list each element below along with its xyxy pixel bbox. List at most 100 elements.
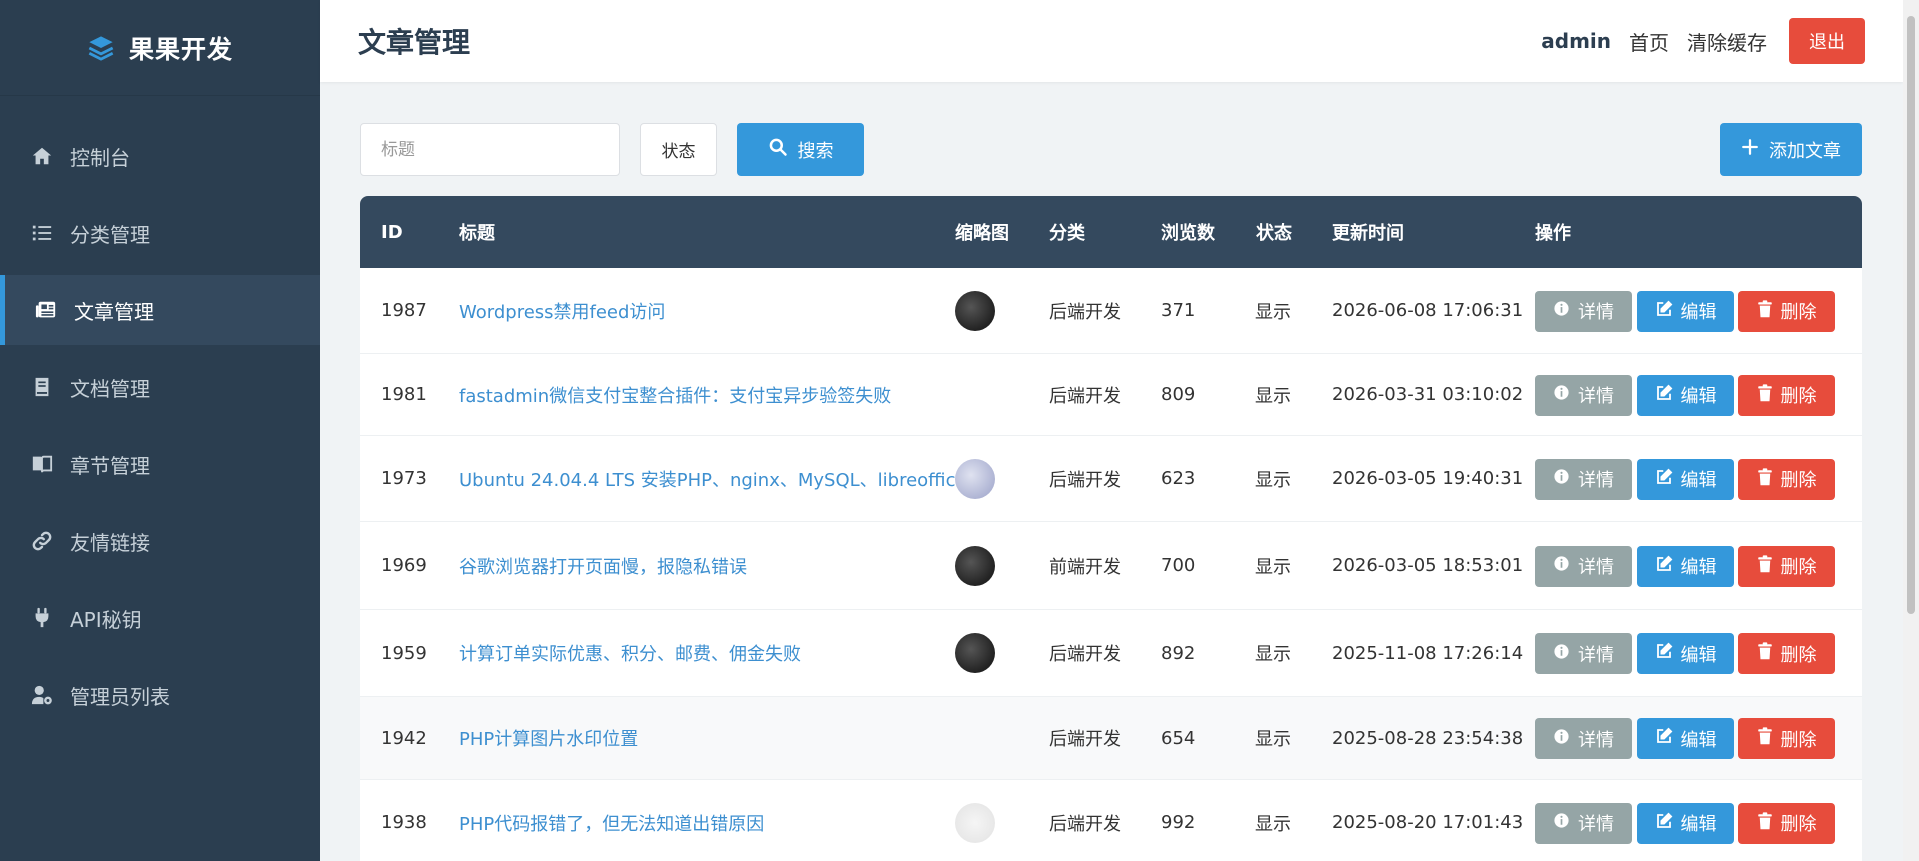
- header-actions: admin 首页 清除缓存 退出: [1541, 18, 1865, 64]
- cell-category: 后端开发: [1049, 469, 1121, 491]
- column-header-id: ID: [381, 221, 403, 243]
- scrollbar-thumb[interactable]: [1907, 16, 1915, 614]
- search-button[interactable]: 搜索: [737, 123, 864, 176]
- home-link[interactable]: 首页: [1629, 27, 1669, 56]
- detail-button-label: 详情: [1578, 386, 1614, 407]
- add-article-button[interactable]: 添加文章: [1720, 123, 1862, 176]
- title-search-input[interactable]: [360, 123, 620, 176]
- edit-icon: [1655, 642, 1673, 665]
- edit-icon: [1655, 727, 1673, 750]
- info-icon: [1553, 643, 1570, 665]
- logout-button[interactable]: 退出: [1789, 18, 1865, 64]
- column-header-thumbnail: 缩略图: [955, 223, 1009, 244]
- table-row: 1981 fastadmin微信支付宝整合插件：支付宝异步验签失败 后端开发 809 显…: [360, 354, 1862, 436]
- cell-category: 前端开发: [1049, 556, 1121, 578]
- cell-views: 992: [1161, 812, 1196, 833]
- cell-id: 1969: [381, 555, 427, 576]
- detail-button[interactable]: 详情: [1535, 290, 1632, 332]
- edit-button[interactable]: 编辑: [1637, 290, 1734, 332]
- cell-updated: 2025-11-08 17:26:14: [1332, 642, 1524, 664]
- article-title-link[interactable]: Ubuntu 24.04.4 LTS 安装PHP、nginx、MySQL、lib…: [459, 436, 967, 521]
- sidebar-item-friend-links[interactable]: 友情链接: [0, 506, 320, 576]
- sidebar-item-documents[interactable]: 文档管理: [0, 352, 320, 422]
- cell-id: 1981: [381, 384, 427, 405]
- edit-button[interactable]: 编辑: [1637, 718, 1734, 759]
- thumbnail-image[interactable]: [955, 290, 995, 331]
- edit-button-label: 编辑: [1680, 557, 1717, 578]
- link-icon: [30, 529, 54, 553]
- sidebar-item-label: 管理员列表: [70, 684, 170, 709]
- top-header: 文章管理 admin 首页 清除缓存 退出: [320, 0, 1903, 82]
- detail-button[interactable]: 详情: [1535, 633, 1632, 674]
- detail-button[interactable]: 详情: [1535, 458, 1632, 500]
- article-title-link[interactable]: 谷歌浏览器打开页面慢，报隐私错误: [459, 522, 747, 609]
- trash-icon: [1757, 811, 1773, 835]
- thumbnail-image[interactable]: [955, 545, 995, 586]
- article-title-link[interactable]: Wordpress禁用feed访问: [459, 268, 665, 353]
- edit-button[interactable]: 编辑: [1637, 802, 1734, 844]
- sidebar-item-label: 友情链接: [70, 530, 150, 555]
- brand[interactable]: 果果开发: [0, 0, 320, 96]
- cell-status: 显示: [1255, 301, 1291, 323]
- trash-icon: [1757, 383, 1773, 407]
- table-row: 1969 谷歌浏览器打开页面慢，报隐私错误 前端开发 700 显示 2026-03-05 …: [360, 522, 1862, 610]
- sidebar-item-api-keys[interactable]: API秘钥: [0, 583, 320, 653]
- delete-button[interactable]: 删除: [1738, 633, 1835, 674]
- table-row: 1959 计算订单实际优惠、积分、邮费、佣金失败 后端开发 892 显示 2025-11-…: [360, 610, 1862, 697]
- delete-button[interactable]: 删除: [1738, 545, 1835, 587]
- clear-cache-link[interactable]: 清除缓存: [1687, 27, 1767, 56]
- article-title-link[interactable]: PHP计算图片水印位置: [459, 697, 638, 779]
- thumbnail-image[interactable]: [955, 458, 995, 499]
- sidebar-item-articles[interactable]: 文章管理: [0, 275, 320, 345]
- edit-icon: [1655, 468, 1673, 491]
- edit-icon: [1655, 555, 1673, 578]
- trash-icon: [1757, 642, 1773, 665]
- info-icon: [1553, 812, 1570, 834]
- edit-button[interactable]: 编辑: [1637, 633, 1734, 674]
- detail-button[interactable]: 详情: [1535, 374, 1632, 416]
- edit-button[interactable]: 编辑: [1637, 374, 1734, 416]
- thumbnail-image[interactable]: [955, 802, 995, 843]
- status-select[interactable]: 状态: [640, 123, 717, 176]
- column-header-status: 状态: [1256, 223, 1292, 244]
- delete-button-label: 删除: [1780, 729, 1817, 751]
- article-title-link[interactable]: 计算订单实际优惠、积分、邮费、佣金失败: [459, 610, 801, 696]
- cell-thumbnail: [955, 780, 995, 861]
- sidebar-item-admins[interactable]: 管理员列表: [0, 660, 320, 730]
- page-title: 文章管理: [358, 26, 471, 59]
- detail-button[interactable]: 详情: [1535, 802, 1632, 844]
- detail-button[interactable]: 详情: [1535, 545, 1632, 587]
- cell-updated: 2026-03-05 18:53:01: [1332, 555, 1524, 576]
- trash-icon: [1757, 727, 1773, 750]
- article-title-link[interactable]: fastadmin微信支付宝整合插件：支付宝异步验签失败: [459, 354, 891, 435]
- detail-button-label: 详情: [1578, 470, 1614, 491]
- edit-button[interactable]: 编辑: [1637, 545, 1734, 587]
- delete-button[interactable]: 删除: [1738, 458, 1835, 500]
- cell-views: 700: [1161, 555, 1196, 576]
- trash-icon: [1757, 554, 1773, 578]
- delete-button[interactable]: 删除: [1738, 374, 1835, 416]
- edit-button[interactable]: 编辑: [1637, 458, 1734, 500]
- detail-button-label: 详情: [1578, 814, 1614, 835]
- delete-button-label: 删除: [1780, 470, 1817, 491]
- thumbnail-image[interactable]: [955, 633, 995, 673]
- sidebar-item-chapters[interactable]: 章节管理: [0, 429, 320, 499]
- info-icon: [1553, 384, 1570, 406]
- cell-views: 809: [1161, 384, 1196, 405]
- article-title-link[interactable]: PHP代码报错了，但无法知道出错原因: [459, 780, 764, 861]
- delete-button[interactable]: 删除: [1738, 718, 1835, 759]
- detail-button-label: 详情: [1578, 302, 1614, 323]
- page-scrollbar[interactable]: [1903, 0, 1919, 861]
- sidebar-item-dashboard[interactable]: 控制台: [0, 121, 320, 191]
- cell-thumbnail: [955, 268, 995, 353]
- edit-button-label: 编辑: [1680, 386, 1717, 407]
- cell-category: 后端开发: [1049, 385, 1121, 407]
- detail-button[interactable]: 详情: [1535, 718, 1632, 759]
- cell-category: 后端开发: [1049, 813, 1121, 835]
- sidebar-item-categories[interactable]: 分类管理: [0, 198, 320, 268]
- info-icon: [1553, 468, 1570, 490]
- cell-thumbnail: [955, 610, 995, 696]
- delete-button[interactable]: 删除: [1738, 290, 1835, 332]
- delete-button[interactable]: 删除: [1738, 802, 1835, 844]
- column-header-updated: 更新时间: [1332, 223, 1404, 244]
